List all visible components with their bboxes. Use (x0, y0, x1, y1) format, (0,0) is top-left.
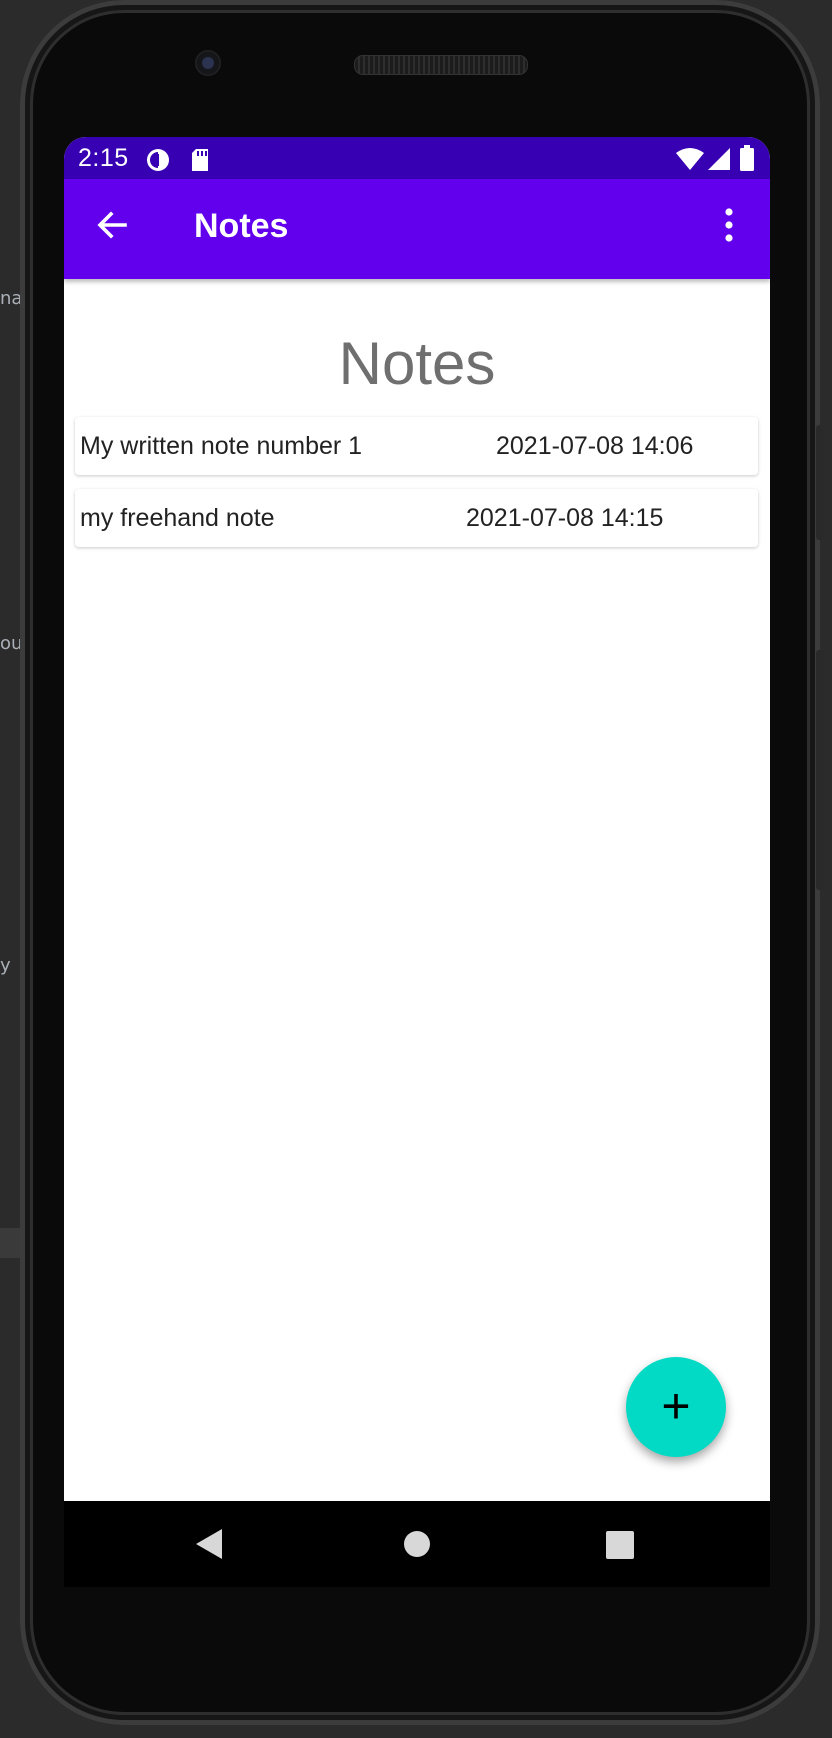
note-title: my freehand note (80, 504, 275, 532)
status-bar: 2:15 (64, 137, 770, 179)
nav-recents-button[interactable] (606, 1531, 634, 1564)
note-item[interactable]: My written note number 1 2021-07-08 14:0… (75, 417, 758, 475)
volume-button (816, 650, 824, 890)
note-date: 2021-07-08 14:06 (496, 432, 694, 460)
battery-icon (740, 145, 754, 178)
note-date: 2021-07-08 14:15 (466, 504, 664, 532)
recents-square-icon (606, 1531, 634, 1559)
wifi-icon (676, 148, 704, 177)
nav-home-button[interactable] (403, 1530, 431, 1563)
overflow-menu-button[interactable] (719, 205, 739, 245)
cell-signal-icon (708, 148, 730, 177)
more-vert-icon (725, 208, 733, 242)
home-circle-icon (404, 1531, 430, 1557)
arrow-back-icon (97, 211, 127, 239)
add-note-fab[interactable]: + (626, 1357, 726, 1457)
data-saver-icon (146, 148, 170, 179)
status-time: 2:15 (78, 144, 129, 172)
back-triangle-icon (196, 1529, 222, 1559)
note-item[interactable]: my freehand note 2021-07-08 14:15 (75, 489, 758, 547)
earpiece-speaker (354, 55, 528, 75)
app-bar-title: Notes (194, 207, 289, 245)
front-camera (195, 50, 221, 76)
back-button[interactable] (92, 205, 132, 245)
page-title: Notes (338, 330, 496, 397)
add-icon: + (661, 1378, 691, 1434)
device-screen: 2:15 Notes Notes My written note number … (64, 137, 770, 1501)
background-text-fragment: y (0, 955, 11, 976)
sd-card-icon (190, 148, 210, 179)
note-title: My written note number 1 (80, 432, 363, 460)
nav-back-button[interactable] (196, 1529, 224, 1564)
app-bar: Notes (64, 179, 770, 279)
power-button (816, 425, 824, 540)
navigation-bar (64, 1501, 770, 1587)
